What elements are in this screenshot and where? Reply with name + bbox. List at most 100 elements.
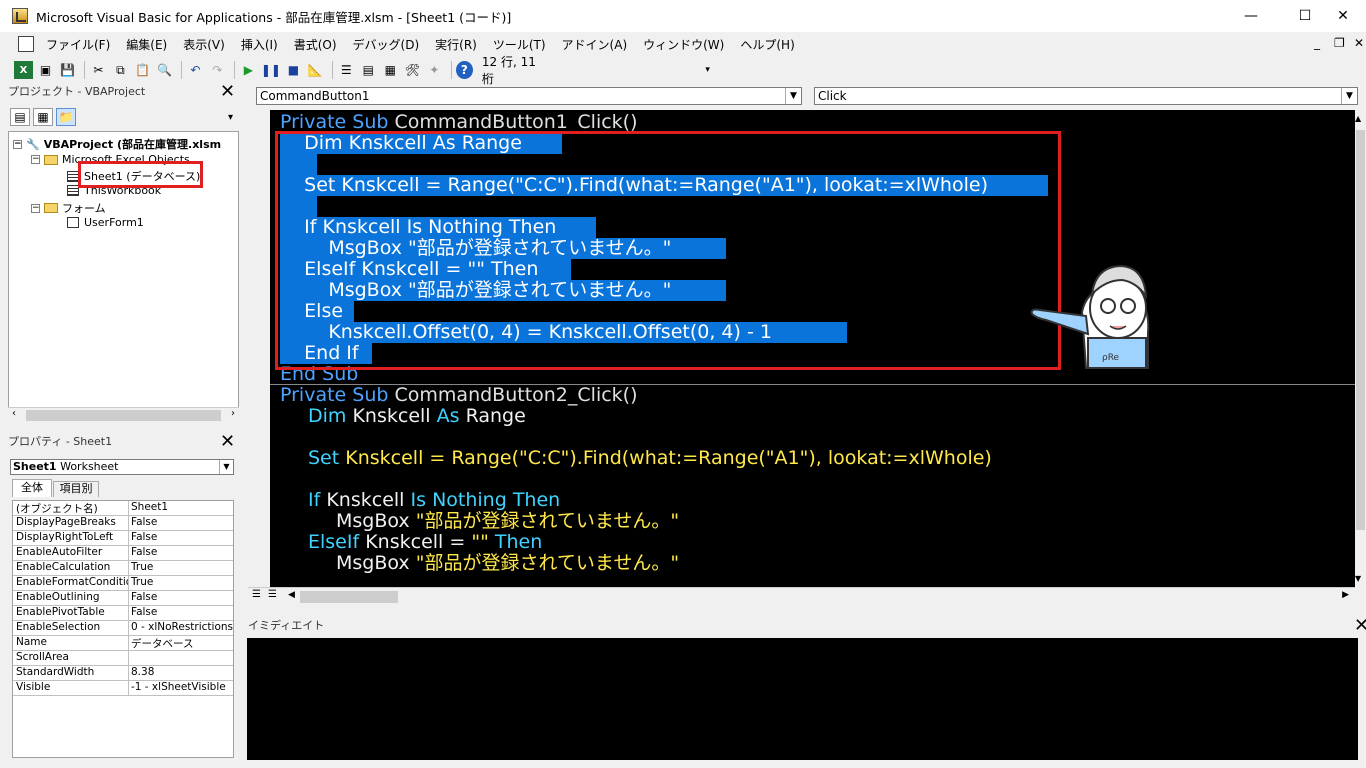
tab-category[interactable]: 項目別 bbox=[53, 481, 99, 497]
property-value[interactable]: False bbox=[129, 591, 157, 605]
property-value[interactable]: 0 - xlNoRestrictions bbox=[129, 621, 233, 635]
paste-icon[interactable]: 📋 bbox=[133, 61, 152, 79]
project-hscroll[interactable]: ‹ › bbox=[8, 407, 239, 423]
property-value[interactable]: False bbox=[129, 606, 157, 620]
toolbar-options-icon[interactable]: ▾ bbox=[698, 61, 717, 79]
property-value[interactable]: 8.38 bbox=[129, 666, 154, 680]
tree-forms[interactable]: − フォーム bbox=[31, 200, 106, 216]
props-pane-close-icon[interactable]: ✕ bbox=[220, 433, 235, 451]
chevron-down-icon: ▼ bbox=[219, 460, 233, 474]
copy-icon[interactable]: ⧉ bbox=[111, 61, 130, 79]
property-row[interactable]: (オブジェクト名) Sheet1 bbox=[13, 501, 233, 516]
property-row[interactable]: StandardWidth 8.38 bbox=[13, 666, 233, 681]
procedure-combo[interactable]: Click ▼ bbox=[814, 87, 1358, 105]
property-row[interactable]: EnablePivotTable False bbox=[13, 606, 233, 621]
menu-help[interactable]: ヘルプ(H) bbox=[732, 36, 802, 53]
sub1-declaration: Private Sub CommandButton1_Click() bbox=[280, 111, 638, 133]
menu-window[interactable]: ウィンドウ(W) bbox=[635, 36, 732, 53]
code-line: Set Knskcell = Range("C:C").Find(what:=R… bbox=[308, 447, 992, 469]
tree-userform1[interactable]: UserForm1 bbox=[67, 216, 144, 229]
property-value[interactable]: False bbox=[129, 546, 157, 560]
excel-view-icon[interactable]: X bbox=[14, 61, 33, 79]
window-title: Microsoft Visual Basic for Applications … bbox=[36, 9, 512, 25]
design-mode-icon[interactable]: 📐 bbox=[306, 61, 325, 79]
menu-addins[interactable]: アドイン(A) bbox=[554, 36, 636, 53]
properties-window-icon[interactable]: ▤ bbox=[359, 61, 378, 79]
property-value[interactable]: True bbox=[129, 561, 153, 575]
tab-all[interactable]: 全体 bbox=[12, 479, 52, 497]
folder-icon bbox=[44, 203, 58, 213]
props-pane-title: プロパティ - Sheet1 bbox=[8, 435, 113, 448]
view-code-icon[interactable]: ▤ bbox=[10, 108, 30, 126]
toggle-folders-icon[interactable]: 📁 bbox=[56, 108, 76, 126]
immediate-window[interactable] bbox=[247, 638, 1358, 760]
break-icon[interactable]: ❚❚ bbox=[261, 61, 281, 79]
vba-app-icon bbox=[12, 8, 28, 24]
code-margin bbox=[248, 110, 270, 587]
property-value[interactable]: データベース bbox=[129, 636, 193, 650]
property-row[interactable]: EnableCalculation True bbox=[13, 561, 233, 576]
property-row[interactable]: Name データベース bbox=[13, 636, 233, 651]
menu-insert[interactable]: 挿入(I) bbox=[233, 36, 286, 53]
property-row[interactable]: DisplayRightToLeft False bbox=[13, 531, 233, 546]
object-combo[interactable]: CommandButton1 ▼ bbox=[256, 87, 802, 105]
project-pane-scroll-icon[interactable]: ▾ bbox=[228, 112, 233, 123]
project-pane-toolbar: ▤ ▦ 📁 bbox=[10, 108, 79, 126]
code-window-icon[interactable] bbox=[18, 36, 34, 52]
property-value[interactable]: Sheet1 bbox=[129, 501, 168, 515]
cut-icon[interactable]: ✂ bbox=[89, 61, 108, 79]
view-object-icon[interactable]: ▦ bbox=[33, 108, 53, 126]
property-name: Visible bbox=[13, 681, 129, 695]
tree-vbaproject[interactable]: − 🔧 VBAProject (部品在庫管理.xlsm bbox=[13, 136, 221, 152]
code-highlight-box bbox=[275, 131, 1061, 370]
mdi-minimize-button[interactable]: _ bbox=[1314, 36, 1320, 50]
undo-icon[interactable]: ↶ bbox=[186, 61, 205, 79]
object-browser-icon[interactable]: ▦ bbox=[381, 61, 400, 79]
menu-edit[interactable]: 編集(E) bbox=[118, 36, 175, 53]
tools-icon[interactable]: ✦ bbox=[425, 61, 444, 79]
property-value[interactable]: False bbox=[129, 516, 157, 530]
reset-icon[interactable]: ■ bbox=[284, 61, 303, 79]
mdi-close-button[interactable]: ✕ bbox=[1354, 36, 1364, 50]
property-row[interactable]: Visible -1 - xlSheetVisible bbox=[13, 681, 233, 696]
title-bar: Microsoft Visual Basic for Applications … bbox=[0, 0, 1366, 32]
immediate-close-icon[interactable]: ✕ bbox=[1354, 617, 1366, 635]
property-value[interactable] bbox=[129, 651, 131, 665]
object-select[interactable]: Sheet1 Worksheet ▼ bbox=[10, 459, 234, 475]
insert-userform-icon[interactable]: ▣ bbox=[36, 61, 55, 79]
menu-debug[interactable]: デバッグ(D) bbox=[345, 36, 428, 53]
project-explorer-icon[interactable]: ☰ bbox=[337, 61, 356, 79]
property-value[interactable]: False bbox=[129, 531, 157, 545]
mdi-restore-button[interactable]: ❐ bbox=[1334, 36, 1345, 50]
property-row[interactable]: ScrollArea bbox=[13, 651, 233, 666]
menu-file[interactable]: ファイル(F) bbox=[38, 36, 118, 53]
project-pane-close-icon[interactable]: ✕ bbox=[220, 83, 235, 101]
menu-tools[interactable]: ツール(T) bbox=[485, 36, 554, 53]
property-value[interactable]: -1 - xlSheetVisible bbox=[129, 681, 226, 695]
svg-text:ρRe: ρRe bbox=[1102, 353, 1120, 363]
find-icon[interactable]: 🔍 bbox=[155, 61, 174, 79]
close-button[interactable]: ✕ bbox=[1320, 0, 1366, 32]
property-name: EnablePivotTable bbox=[13, 606, 129, 620]
property-value[interactable]: True bbox=[129, 576, 153, 590]
menu-run[interactable]: 実行(R) bbox=[427, 36, 485, 53]
sheet1-highlight-box bbox=[78, 161, 203, 188]
minimize-button[interactable]: — bbox=[1228, 0, 1274, 32]
save-icon[interactable]: 💾 bbox=[58, 61, 77, 79]
menu-format[interactable]: 書式(O) bbox=[286, 36, 345, 53]
toolbox-icon[interactable]: 🛠 bbox=[403, 61, 422, 79]
code-hscroll[interactable]: ☰ ☰ ◀ ▶ bbox=[248, 587, 1355, 605]
redo-icon[interactable]: ↷ bbox=[208, 61, 227, 79]
property-row[interactable]: EnableOutlining False bbox=[13, 591, 233, 606]
menu-view[interactable]: 表示(V) bbox=[175, 36, 233, 53]
code-vscroll[interactable]: ▲ ▼ bbox=[1355, 110, 1366, 587]
project-pane-title: プロジェクト - VBAProject bbox=[8, 85, 146, 98]
property-row[interactable]: DisplayPageBreaks False bbox=[13, 516, 233, 531]
run-icon[interactable]: ▶ bbox=[239, 61, 258, 79]
property-row[interactable]: EnableAutoFilter False bbox=[13, 546, 233, 561]
property-name: EnableSelection bbox=[13, 621, 129, 635]
property-row[interactable]: EnableFormatConditionsTrue bbox=[13, 576, 233, 591]
help-icon[interactable]: ? bbox=[455, 61, 473, 79]
property-row[interactable]: EnableSelection 0 - xlNoRestrictions bbox=[13, 621, 233, 636]
property-name: (オブジェクト名) bbox=[13, 501, 129, 515]
